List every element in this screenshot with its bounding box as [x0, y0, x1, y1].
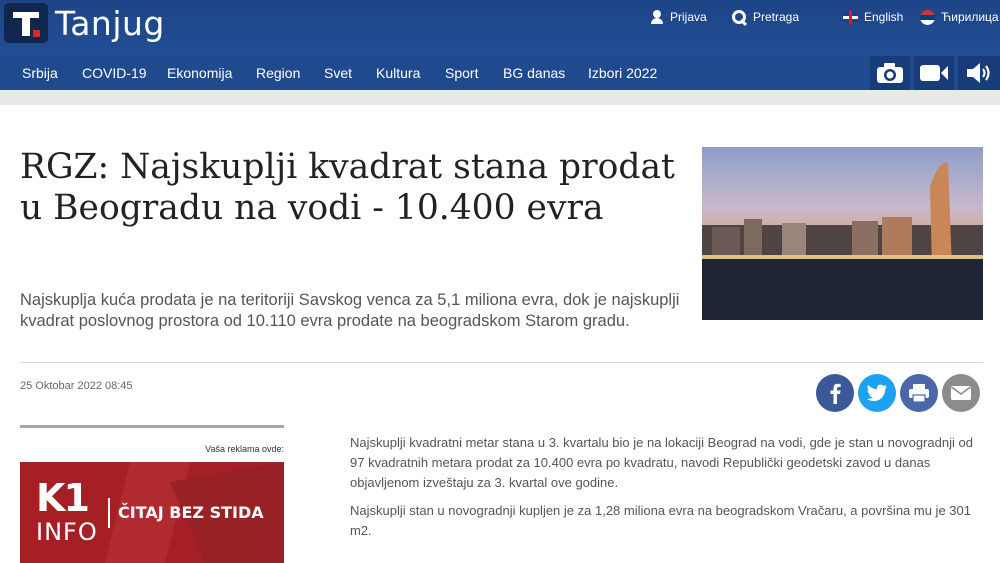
- photo-button[interactable]: [870, 56, 910, 90]
- k1-info-ad[interactable]: K1 INFO ČITAJ BEZ STIDA: [20, 462, 284, 563]
- top-bar: Tanjug Prijava Pretraga English Ћирилица: [0, 0, 1000, 56]
- nav-izbori[interactable]: Izbori 2022: [588, 65, 657, 81]
- info-logo: INFO: [36, 518, 98, 546]
- cyrillic-link[interactable]: Ћирилица: [920, 9, 999, 25]
- divider: [20, 362, 983, 363]
- facebook-icon: [830, 383, 841, 404]
- tanjug-logo[interactable]: [4, 3, 48, 43]
- video-icon: [920, 65, 948, 81]
- article-paragraph: Najskuplji stan u novogradnji kupljen je…: [350, 503, 971, 538]
- twitter-icon: [866, 384, 887, 401]
- audio-button[interactable]: [958, 56, 1000, 90]
- facebook-share-button[interactable]: [816, 374, 854, 412]
- login-link[interactable]: Prijava: [650, 9, 707, 25]
- english-link[interactable]: English: [843, 9, 903, 25]
- print-button[interactable]: [900, 374, 938, 412]
- nav-bg-danas[interactable]: BG danas: [503, 65, 565, 81]
- main-nav: [0, 56, 1000, 90]
- nav-kultura[interactable]: Kultura: [376, 65, 420, 81]
- user-icon: [650, 10, 664, 24]
- article-lead: Najskuplja kuća prodata je na teritoriji…: [20, 291, 680, 330]
- mail-icon: [951, 386, 971, 400]
- camera-icon: [877, 63, 903, 83]
- ad-separator: [20, 425, 284, 428]
- brand-name[interactable]: Tanjug: [55, 4, 165, 43]
- serbia-flag-icon: [920, 9, 935, 25]
- nav-ekonomija[interactable]: Ekonomija: [167, 65, 232, 81]
- search-icon: [732, 9, 747, 25]
- nav-svet[interactable]: Svet: [324, 65, 352, 81]
- nav-region[interactable]: Region: [256, 65, 300, 81]
- nav-sport[interactable]: Sport: [445, 65, 478, 81]
- audio-icon: [967, 63, 990, 83]
- article-title: RGZ: Najskuplji kvadrat stana prodat u B…: [20, 147, 675, 228]
- ad-label: Vaša reklama ovde:: [205, 444, 284, 454]
- twitter-share-button[interactable]: [858, 374, 896, 412]
- uk-flag-icon: [843, 9, 858, 25]
- search-link[interactable]: Pretraga: [732, 9, 799, 25]
- nav-covid[interactable]: COVID-19: [82, 65, 147, 81]
- article-body: Najskuplji kvadratni metar stana u 3. kv…: [350, 433, 982, 549]
- article-image[interactable]: [702, 147, 983, 320]
- belgrade-waterfront-image: [702, 147, 983, 320]
- ad-divider: [108, 498, 110, 528]
- publish-date: 25 Oktobar 2022 08:45: [20, 380, 133, 392]
- ad-slogan: ČITAJ BEZ STIDA: [118, 503, 264, 522]
- email-share-button[interactable]: [942, 374, 980, 412]
- k1-logo: K1: [36, 476, 90, 520]
- print-icon: [909, 384, 929, 403]
- article-paragraph: Najskuplji kvadratni metar stana u 3. kv…: [350, 435, 973, 490]
- nav-srbija[interactable]: Srbija: [22, 65, 58, 81]
- video-button[interactable]: [914, 56, 954, 90]
